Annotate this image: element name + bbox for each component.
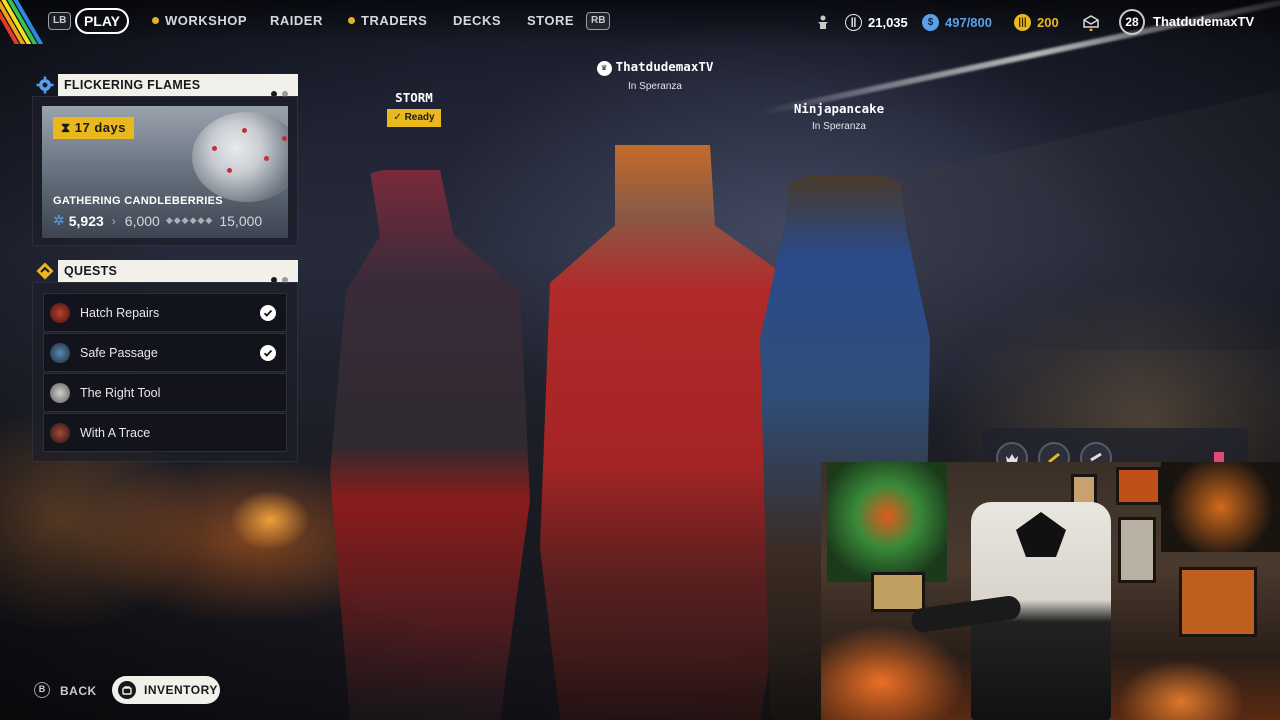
storage-icon: $	[922, 13, 939, 31]
quest-avatar-icon	[50, 302, 70, 323]
wall-frame	[1118, 517, 1156, 583]
rb-button-icon[interactable]: RB	[586, 12, 611, 30]
event-title: FLICKERING FLAMES	[64, 78, 201, 92]
chevron-right-icon: ›	[111, 213, 117, 228]
coins-display: || 21,035	[845, 12, 908, 32]
tab-store[interactable]: STORE	[527, 13, 574, 28]
days-remaining-badge: ⧗ 17 days	[53, 117, 134, 139]
crown-icon: ♛	[596, 61, 612, 76]
player-tag-host: ♛ ThatdudemaxTV In Speranza	[585, 59, 725, 92]
inventory-button[interactable]: INVENTORY	[112, 676, 220, 704]
quest-item[interactable]: The Right Tool	[43, 373, 287, 412]
wall-frame	[1116, 467, 1161, 505]
inventory-icon	[118, 681, 136, 699]
player-level-badge[interactable]: 28	[1119, 9, 1145, 35]
tab-workshop[interactable]: WORKSHOP	[152, 13, 247, 28]
notification-dot-icon	[348, 17, 355, 24]
tab-raider[interactable]: RAIDER	[270, 13, 323, 28]
tokens-display: ||| 200	[1014, 12, 1059, 32]
quest-avatar-icon	[50, 382, 70, 403]
party-icon[interactable]	[815, 12, 831, 32]
tapestry-image	[1161, 462, 1280, 552]
profile-username[interactable]: ThatdudemaxTV	[1153, 14, 1254, 29]
quest-avatar-icon	[50, 422, 70, 443]
event-progress: ✲ 5,923 › 6,000 ◆◆◆◆◆◆ 15,000	[53, 212, 263, 229]
check-icon: ✓	[393, 112, 405, 123]
notification-dot-icon	[152, 17, 159, 24]
quest-diamond-icon	[34, 260, 56, 282]
wall-frame	[871, 572, 925, 612]
b-button-icon[interactable]: B	[34, 682, 50, 698]
gear-icon	[34, 74, 56, 96]
checkmark-icon	[260, 304, 276, 321]
gear-small-icon: ✲	[53, 212, 65, 228]
tab-play[interactable]: PLAY	[75, 8, 129, 34]
quest-item[interactable]: Safe Passage	[43, 333, 287, 372]
wall-frame	[1179, 567, 1257, 637]
token-icon: |||	[1014, 13, 1031, 31]
back-button[interactable]: BACK	[60, 684, 97, 698]
progress-pips: ◆◆◆◆◆◆	[165, 215, 214, 225]
hourglass-icon: ⧗	[61, 120, 75, 135]
coin-icon: ||	[845, 13, 862, 31]
event-card[interactable]: ⧗ 17 days GATHERING CANDLEBERRIES ✲ 5,92…	[42, 106, 288, 238]
lb-button-icon[interactable]: LB	[48, 12, 72, 30]
webcam-overlay	[821, 462, 1280, 720]
snake-poster-image	[827, 462, 947, 582]
inbox-icon[interactable]	[1082, 12, 1100, 32]
quests-title: QUESTS	[64, 264, 118, 278]
storage-display: $ 497/800	[922, 12, 992, 32]
quest-item[interactable]: Hatch Repairs	[43, 293, 287, 332]
tab-decks[interactable]: DECKS	[453, 13, 501, 28]
event-subtitle: GATHERING CANDLEBERRIES	[53, 195, 223, 207]
checkmark-icon	[260, 344, 276, 361]
top-navigation-bar: LB PLAY WORKSHOP RAIDER TRADERS DECKS ST…	[0, 0, 1280, 44]
tab-traders[interactable]: TRADERS	[348, 13, 427, 28]
quest-avatar-icon	[50, 342, 70, 363]
player-tag-ninjapancake: Ninjapancake In Speranza	[793, 101, 885, 132]
quests-panel-header[interactable]: QUESTS	[58, 260, 298, 283]
ready-status-badge: ✓ Ready	[387, 109, 441, 127]
candleberry-bush-image	[192, 112, 288, 202]
event-panel-header[interactable]: FLICKERING FLAMES	[58, 74, 298, 97]
notification-flag-icon	[1214, 452, 1224, 462]
rainbow-stripes	[0, 0, 46, 44]
player-tag-storm: STORM	[395, 90, 433, 105]
quest-item[interactable]: With A Trace	[43, 413, 287, 452]
